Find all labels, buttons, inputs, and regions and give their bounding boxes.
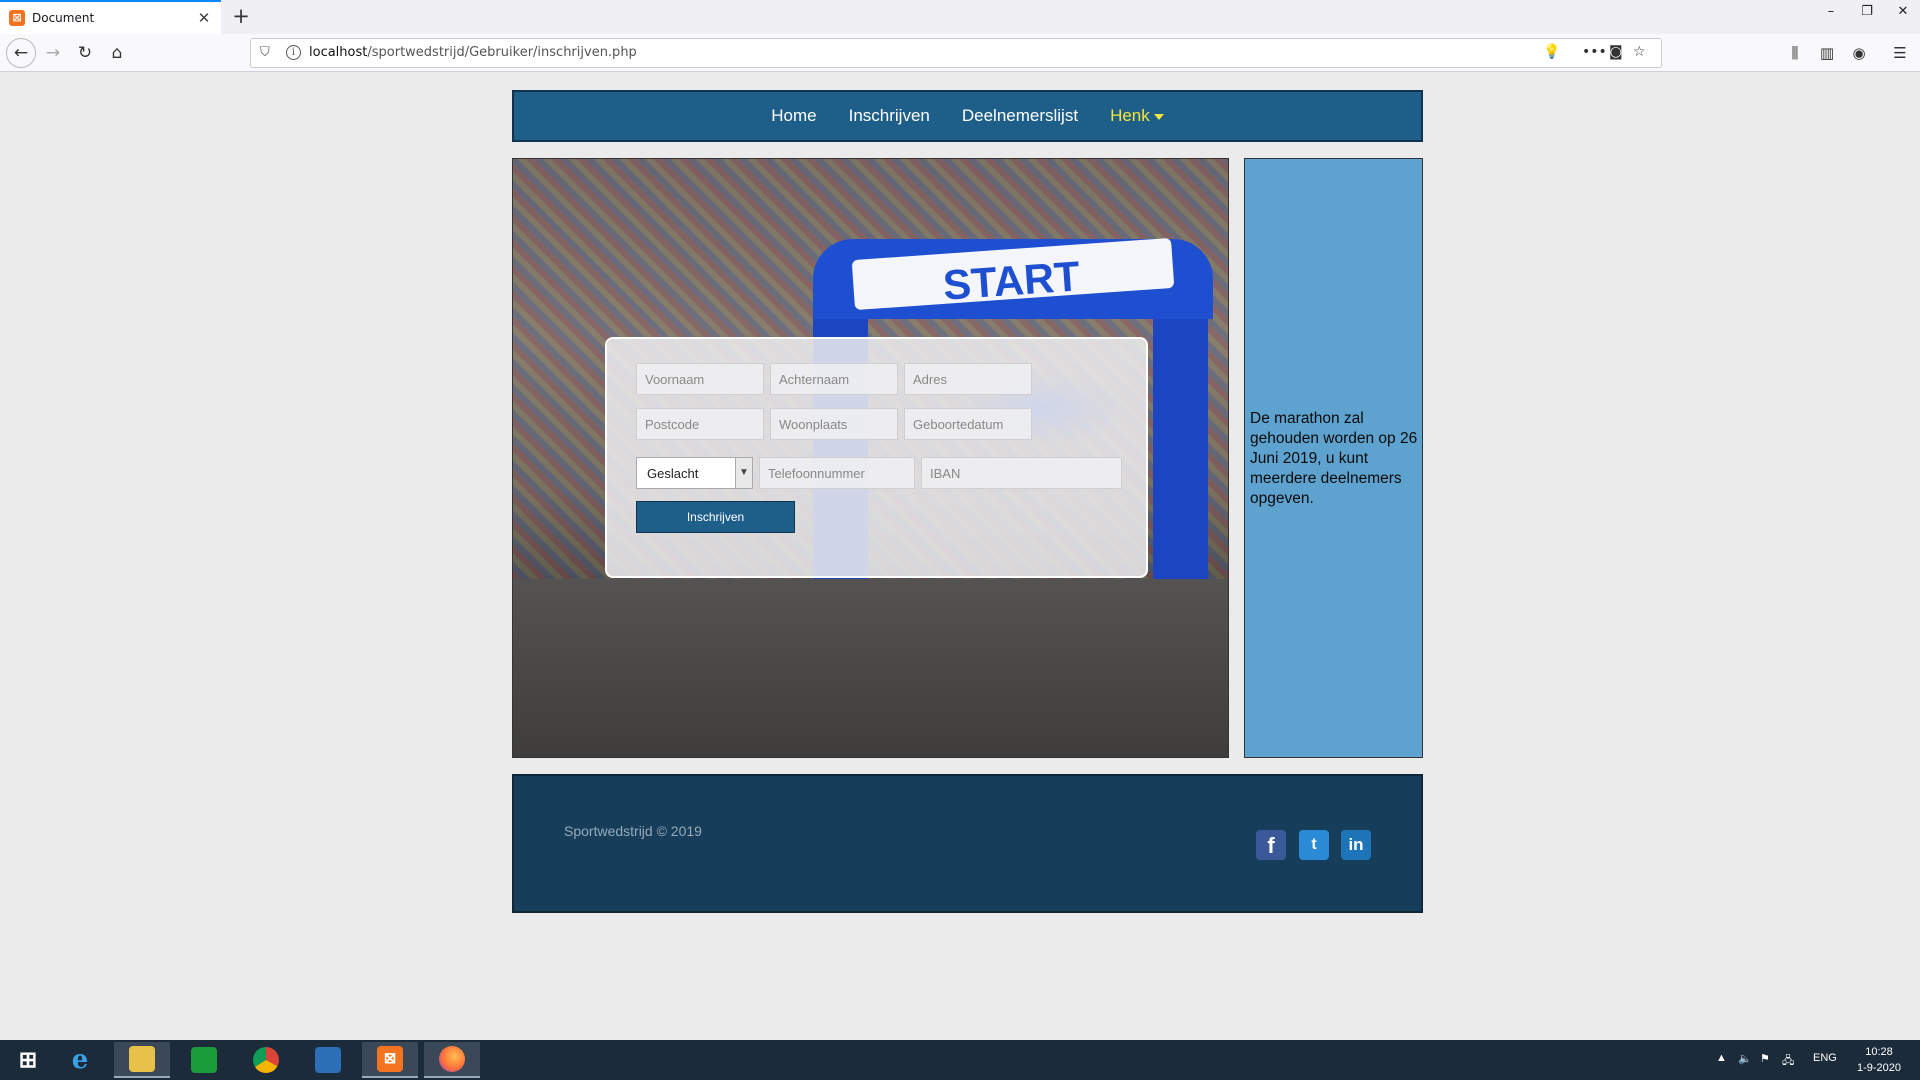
volume-icon[interactable]: 🔈 [1738, 1052, 1752, 1065]
geboortedatum-input[interactable]: Geboortedatum [904, 408, 1032, 440]
menu-icon[interactable]: ☰ [1887, 40, 1913, 66]
woonplaats-input[interactable]: Woonplaats [770, 408, 898, 440]
clock-time: 10:28 [1865, 1046, 1893, 1058]
clock[interactable]: 10:28 1-9-2020 [1857, 1044, 1901, 1076]
tracking-shield-icon[interactable]: ⛉ [260, 45, 270, 60]
back-icon[interactable]: ← [6, 38, 36, 68]
hero-ground [513, 579, 1228, 757]
iban-input[interactable]: IBAN [921, 457, 1122, 489]
caret-down-icon [1153, 113, 1164, 120]
minimize-icon[interactable]: – [1816, 2, 1846, 24]
browser-toolbar: ← → ↻ ⌂ ⛉ i localhost/sportwedstrijd/Geb… [0, 34, 1920, 72]
facebook-icon[interactable]: f [1256, 830, 1286, 860]
language-indicator[interactable]: ENG [1813, 1052, 1837, 1064]
tab-close-icon[interactable]: ✕ [193, 9, 215, 27]
more-actions-icon[interactable]: ••• [1582, 44, 1607, 60]
linkedin-icon[interactable]: in [1341, 830, 1371, 860]
postcode-input[interactable]: Postcode [636, 408, 764, 440]
site-navigation: Home Inschrijven Deelnemerslijst Henk [512, 90, 1423, 142]
nav-inschrijven-link[interactable]: Inschrijven [849, 106, 930, 126]
geslacht-select[interactable]: Geslacht ▼ [636, 457, 753, 489]
network-icon[interactable]: 🖧 [1782, 1052, 1794, 1071]
xampp-favicon-icon: ⊠ [9, 10, 25, 26]
windows-start-icon[interactable]: ⊞ [0, 1042, 56, 1078]
xampp-icon[interactable]: ⊠ [362, 1042, 418, 1078]
start-banner-text: START [941, 252, 1082, 309]
pocket-icon[interactable]: ◙ [1609, 44, 1623, 60]
marathon-info-text: De marathon zal gehouden worden op 26 Ju… [1250, 410, 1418, 507]
close-window-icon[interactable]: ✕ [1888, 2, 1918, 24]
firefox-icon[interactable] [424, 1042, 480, 1078]
account-icon[interactable]: ◉ [1846, 40, 1872, 66]
chrome-icon[interactable] [238, 1042, 294, 1078]
lightbulb-icon[interactable]: 💡 [1543, 44, 1560, 60]
tab-title: Document [32, 11, 95, 25]
new-tab-button[interactable]: + [228, 4, 254, 30]
arch-right-leg [1153, 279, 1208, 579]
bookmark-star-icon[interactable]: ☆ [1633, 44, 1646, 60]
adres-input[interactable]: Adres [904, 363, 1032, 395]
clock-date: 1-9-2020 [1857, 1062, 1902, 1074]
file-explorer-icon[interactable] [114, 1042, 170, 1078]
tray-overflow-icon[interactable]: ▲ [1716, 1052, 1727, 1064]
voornaam-input[interactable]: Voornaam [636, 363, 764, 395]
url-text[interactable]: localhost/sportwedstrijd/Gebruiker/insch… [309, 45, 637, 60]
windows-taskbar: ⊞ e ⊠ ▲ 🔈 ⚑ 🖧 ENG 10:28 1-9-2020 [0, 1040, 1920, 1080]
site-footer: Sportwedstrijd © 2019 f t in [512, 774, 1423, 913]
nav-deelnemerslijst-link[interactable]: Deelnemerslijst [962, 106, 1078, 126]
url-bar[interactable]: ⛉ i localhost/sportwedstrijd/Gebruiker/i… [250, 38, 1662, 68]
forward-icon[interactable]: → [39, 40, 67, 66]
hero-marathon-image: START Voornaam Achternaam Adres Postcode… [512, 158, 1229, 758]
action-flag-icon[interactable]: ⚑ [1760, 1052, 1770, 1065]
achternaam-input[interactable]: Achternaam [770, 363, 898, 395]
site-info-icon[interactable]: i [286, 45, 301, 60]
user-menu-dropdown[interactable]: Henk [1110, 106, 1164, 126]
home-icon[interactable]: ⌂ [103, 40, 131, 66]
twitter-icon[interactable]: t [1299, 830, 1329, 860]
tab-bar: ⊠ Document ✕ + – ❐ ✕ [0, 0, 1920, 34]
browser-tab[interactable]: ⊠ Document ✕ [0, 0, 221, 34]
library-icon[interactable]: ⫼ [1782, 40, 1808, 66]
info-sidebar: De marathon zal gehouden worden op 26 Ju… [1244, 158, 1423, 758]
mail-app-icon[interactable] [300, 1042, 356, 1078]
reload-icon[interactable]: ↻ [71, 40, 99, 66]
copyright-text: Sportwedstrijd © 2019 [564, 823, 702, 839]
internet-explorer-icon[interactable]: e [52, 1042, 108, 1078]
spreadsheet-app-icon[interactable] [176, 1042, 232, 1078]
telefoonnummer-input[interactable]: Telefoonnummer [759, 457, 915, 489]
select-arrow-icon: ▼ [735, 458, 752, 488]
restore-icon[interactable]: ❐ [1852, 2, 1882, 24]
registration-form: Voornaam Achternaam Adres Postcode Woonp… [605, 337, 1148, 578]
sidebar-toggle-icon[interactable]: ▥ [1814, 40, 1840, 66]
inschrijven-button[interactable]: Inschrijven [636, 501, 795, 533]
nav-home-link[interactable]: Home [771, 106, 816, 126]
